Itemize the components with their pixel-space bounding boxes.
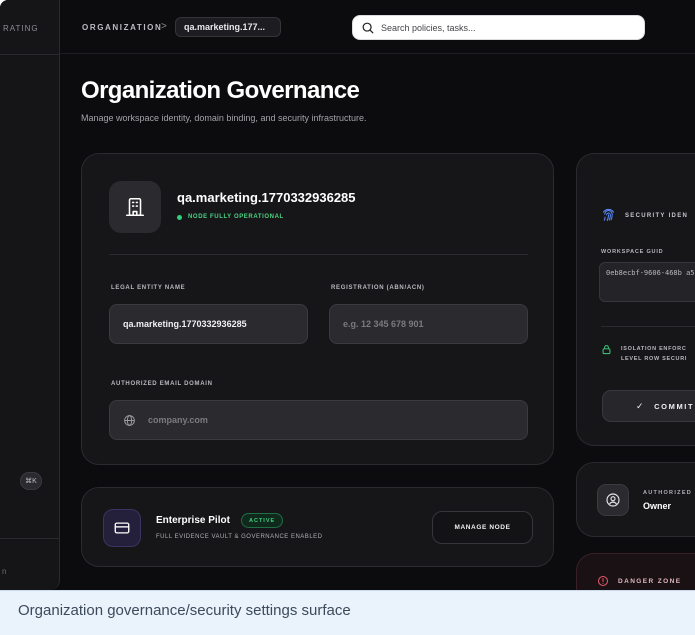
page-title: Organization Governance <box>81 77 360 104</box>
danger-zone-heading: DANGER ZONE <box>597 575 681 587</box>
sidebar-divider <box>0 538 60 539</box>
isolation-line: ISOLATION ENFORC <box>621 346 687 352</box>
lock-icon <box>602 345 611 355</box>
security-identity-card: SECURITY IDEN WORKSPACE GUID 0eb8ecbf-96… <box>576 153 695 446</box>
commit-label: COMMIT <box>654 401 695 411</box>
legal-entity-input[interactable] <box>123 319 307 329</box>
plan-description: FULL EVIDENCE VAULT & GOVERNANCE ENABLED <box>156 534 323 540</box>
registration-field[interactable] <box>329 304 528 344</box>
globe-icon <box>124 414 135 426</box>
alert-circle-icon <box>597 575 609 587</box>
caption-bar: Organization governance/security setting… <box>0 590 695 635</box>
commit-button[interactable]: ✓ COMMIT <box>602 390 695 422</box>
sidebar: RATING ⌘K n <box>0 0 60 590</box>
email-domain-label: AUTHORIZED EMAIL DOMAIN <box>111 381 213 387</box>
manage-node-button[interactable]: MANAGE NODE <box>432 511 533 544</box>
plan-name: Enterprise Pilot <box>156 515 230 526</box>
organization-card: qa.marketing.1770332936285 NODE FULLY OP… <box>81 153 554 465</box>
status-badge: NODE FULLY OPERATIONAL <box>177 214 284 220</box>
sidebar-footer-text: n <box>2 567 7 576</box>
breadcrumb-separator: > <box>161 21 167 32</box>
organization-name: qa.marketing.1770332936285 <box>177 190 356 205</box>
status-text: NODE FULLY OPERATIONAL <box>188 214 284 220</box>
legal-entity-field[interactable] <box>109 304 308 344</box>
caption-text: Organization governance/security setting… <box>18 602 351 619</box>
role-value: Owner <box>643 501 672 511</box>
breadcrumb-current[interactable]: qa.marketing.177... <box>175 17 281 37</box>
email-domain-field[interactable] <box>109 400 528 440</box>
registration-input[interactable] <box>343 319 527 329</box>
user-circle-icon <box>597 484 629 516</box>
search-icon <box>362 22 374 33</box>
shortcut-hint[interactable]: ⌘K <box>20 472 42 490</box>
app-window: RATING ⌘K n ORGANIZATION > qa.marketing.… <box>0 0 695 590</box>
security-heading-text: SECURITY IDEN <box>625 212 689 219</box>
building-icon <box>109 181 161 233</box>
top-bar: ORGANIZATION > qa.marketing.177... <box>60 0 695 54</box>
legal-entity-label: LEGAL ENTITY NAME <box>111 285 186 291</box>
sidebar-divider <box>0 54 60 55</box>
credit-card-icon <box>103 509 141 547</box>
card-divider <box>109 254 528 255</box>
breadcrumb-root[interactable]: ORGANIZATION <box>82 23 162 32</box>
sidebar-top-label: RATING <box>3 24 39 33</box>
role-label: AUTHORIZED <box>643 490 693 496</box>
card-divider <box>601 326 695 327</box>
email-domain-input[interactable] <box>148 415 527 425</box>
search-input[interactable] <box>381 22 621 33</box>
fingerprint-icon <box>603 208 614 221</box>
registration-label: REGISTRATION (ABN/ACN) <box>331 285 425 291</box>
check-icon: ✓ <box>636 400 646 411</box>
security-heading: SECURITY IDEN <box>601 208 688 223</box>
danger-zone-card: DANGER ZONE <box>576 553 695 590</box>
workspace-guid-value[interactable]: 0eb8ecbf-9606-468b a5a <box>599 262 695 302</box>
page-subtitle: Manage workspace identity, domain bindin… <box>81 113 367 123</box>
status-dot-icon <box>177 214 182 220</box>
workspace-guid-label: WORKSPACE GUID <box>601 249 664 255</box>
isolation-notice: ISOLATION ENFORC LEVEL ROW SECURI <box>601 344 687 364</box>
role-card: AUTHORIZED Owner <box>576 462 695 537</box>
plan-card: Enterprise Pilot ACTIVE FULL EVIDENCE VA… <box>81 487 554 567</box>
isolation-line: LEVEL ROW SECURI <box>621 356 688 362</box>
danger-zone-text: DANGER ZONE <box>618 577 682 585</box>
search-bar[interactable] <box>352 15 645 40</box>
plan-status-badge: ACTIVE <box>241 513 284 528</box>
isolation-text: ISOLATION ENFORC LEVEL ROW SECURI <box>621 344 687 364</box>
